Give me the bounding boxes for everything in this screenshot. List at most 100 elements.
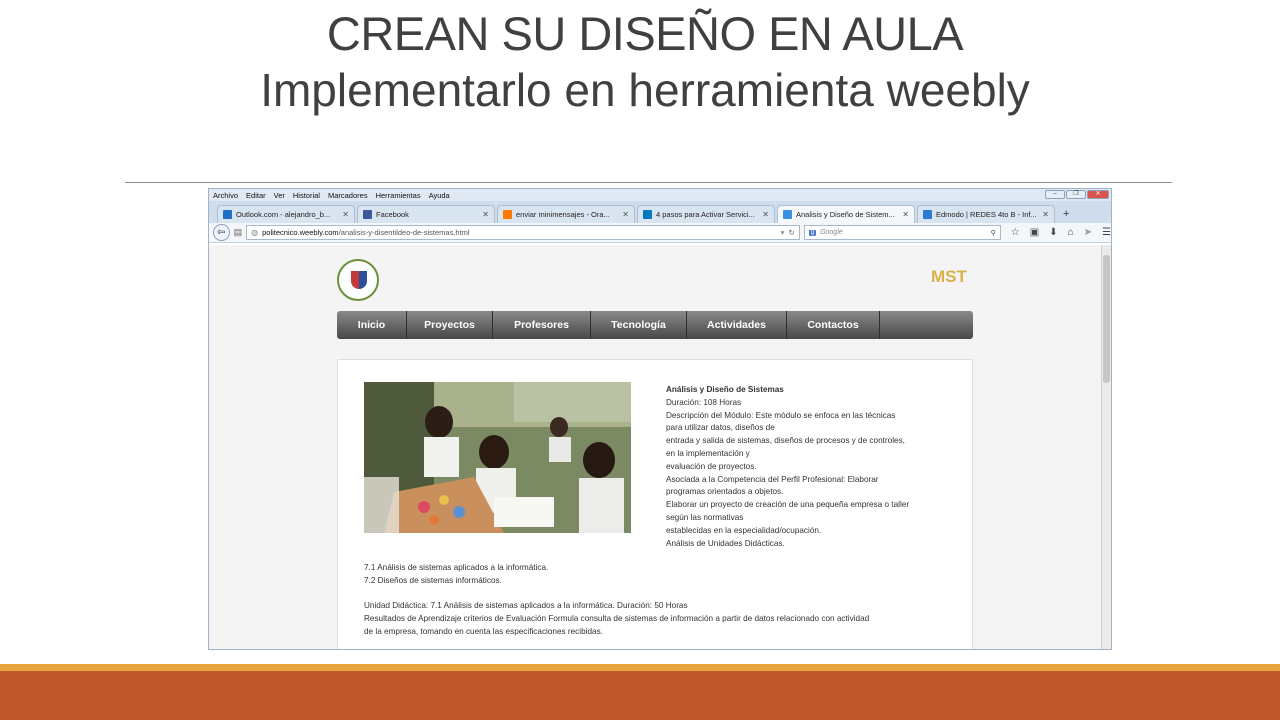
nav-contactos[interactable]: Contactos (787, 311, 880, 339)
footer-bar (0, 671, 1280, 720)
browser-menubar: Archivo Editar Ver Historial Marcadores … (209, 189, 1111, 201)
tab-facebook[interactable]: Facebook ✕ (357, 205, 495, 223)
url-path: /analisis-y-disentildeo-de-sistemas.html (338, 228, 470, 237)
desc-line: establecidas en la especialidad/ocupació… (666, 525, 822, 535)
weebly-icon (783, 210, 792, 219)
maximize-button[interactable]: ❐ (1066, 190, 1086, 199)
menu-ver[interactable]: Ver (274, 191, 285, 200)
tab-label: 4 pasos para Activar Servici... (656, 210, 755, 219)
desc-line: evaluación de proyectos. (666, 461, 757, 471)
classroom-photo (364, 382, 631, 533)
page-scrollbar[interactable] (1101, 245, 1111, 649)
title-divider (125, 182, 1172, 183)
close-tab-icon[interactable]: ✕ (342, 210, 349, 219)
reload-icon[interactable]: ↻ (788, 228, 794, 237)
menu-historial[interactable]: Historial (293, 191, 320, 200)
tab-outlook[interactable]: Outlook.com - alejandro_b... ✕ (217, 205, 355, 223)
module-description: Análisis y Diseño de Sistemas Duración: … (666, 384, 966, 550)
slide-subtitle: Implementarlo en herramienta weebly (260, 64, 1030, 116)
nav-profesores[interactable]: Profesores (493, 311, 591, 339)
browser-screenshot: Archivo Editar Ver Historial Marcadores … (208, 188, 1112, 650)
close-tab-icon[interactable]: ✕ (902, 210, 909, 219)
tab-label: Analisis y Diseño de Sistem... (796, 210, 895, 219)
close-tab-icon[interactable]: ✕ (762, 210, 769, 219)
url-host: politecnico.weebly.com (262, 228, 339, 237)
outlook-icon (223, 210, 232, 219)
close-window-button[interactable]: ✕ (1087, 190, 1109, 199)
home-icon[interactable]: ⌂ (1068, 227, 1074, 238)
close-tab-icon[interactable]: ✕ (1042, 210, 1049, 219)
site-brand[interactable]: MST (931, 267, 967, 287)
content-heading: Análisis y Diseño de Sistemas (666, 385, 784, 394)
tab-minimensajes[interactable]: enviar minimensajes - Ora... ✕ (497, 205, 635, 223)
tab-analisis-active[interactable]: Analisis y Diseño de Sistem... ✕ (777, 205, 915, 223)
unit-item: 7.1 Análisis de sistemas aplicados a la … (364, 563, 549, 572)
close-tab-icon[interactable]: ✕ (622, 210, 629, 219)
menu-archivo[interactable]: Archivo (213, 191, 238, 200)
orange-icon (503, 210, 512, 219)
footer-accent-line (0, 664, 1280, 671)
toolbar-icons: ☆ ▣ ⬇ ⌂ ➤ ☰ (1005, 227, 1111, 238)
search-box[interactable]: g Google ⚲ (803, 225, 1001, 240)
slide-title: CREAN SU DISEÑO EN AULA (326, 7, 964, 60)
nav-tecnologia[interactable]: Tecnología (591, 311, 687, 339)
desc-line: entrada y salida de sistemas, diseños de… (666, 436, 905, 446)
tab-label: enviar minimensajes - Ora... (516, 210, 610, 219)
globe-icon: ◍ (251, 228, 259, 237)
scrollbar-thumb[interactable] (1103, 255, 1110, 383)
minimize-button[interactable]: – (1045, 190, 1065, 199)
units-section: 7.1 Análisis de sistemas aplicados a la … (364, 562, 964, 639)
content-card: Análisis y Diseño de Sistemas Duración: … (337, 359, 973, 649)
edmodo-icon (923, 210, 932, 219)
tab-activar-servicio[interactable]: 4 pasos para Activar Servici... ✕ (637, 205, 775, 223)
desc-line: Asociada a la Competencia del Perfil Pro… (666, 474, 879, 484)
download-icon[interactable]: ⬇ (1049, 227, 1057, 238)
school-logo[interactable] (337, 259, 379, 301)
search-placeholder: Google (820, 229, 843, 236)
window-controls: – ❐ ✕ (1045, 190, 1109, 199)
browser-tabbar: Outlook.com - alejandro_b... ✕ Facebook … (209, 201, 1111, 223)
nav-inicio[interactable]: Inicio (337, 311, 407, 339)
classroom-photo-graphic (364, 382, 631, 533)
unit-detail-line: de la empresa, tomando en cuenta las esp… (364, 626, 603, 636)
tab-edmodo[interactable]: Edmodo | REDES 4to B - Inf... ✕ (917, 205, 1055, 223)
search-icon[interactable]: ⚲ (991, 229, 996, 237)
tab-label: Facebook (376, 210, 409, 219)
close-tab-icon[interactable]: ✕ (482, 210, 489, 219)
unit-item: 7.2 Diseños de sistemas informáticos. (364, 575, 502, 585)
tab-label: Edmodo | REDES 4to B - Inf... (936, 210, 1037, 219)
menu-herramientas[interactable]: Herramientas (376, 191, 421, 200)
new-tab-icon[interactable]: + (1057, 208, 1075, 223)
desc-line: Elaborar un proyecto de creación de una … (666, 500, 910, 510)
shield-icon (351, 271, 367, 289)
browser-navbar: ⇦ ▤ ◍ politecnico.weebly.com/analisis-y-… (209, 223, 1111, 243)
desc-line: en la implementación y (666, 448, 750, 458)
desc-line: según las normativas (666, 512, 744, 522)
page-viewport: MST Inicio Proyectos Profesores Tecnolog… (209, 245, 1102, 649)
url-bar[interactable]: ◍ politecnico.weebly.com/analisis-y-dise… (246, 225, 800, 240)
history-icon[interactable]: ▤ (234, 227, 243, 238)
url-text: politecnico.weebly.com/analisis-y-disent… (262, 228, 777, 237)
bookmark-star-icon[interactable]: ☆ (1011, 227, 1020, 238)
facebook-icon (363, 210, 372, 219)
desc-line: para utilizar datos, diseños de (666, 423, 775, 433)
site-nav: Inicio Proyectos Profesores Tecnología A… (337, 311, 973, 339)
unit-detail-line: Unidad Didáctica: 7.1 Análisis de sistem… (364, 601, 688, 611)
tab-label: Outlook.com - alejandro_b... (236, 210, 331, 219)
dropdown-arrow-icon[interactable]: ▾ (781, 228, 785, 237)
desc-line: Análisis de Unidades Didácticas. (666, 538, 785, 548)
desc-line: Descripción del Módulo: Este módulo se e… (666, 410, 896, 420)
menu-ayuda[interactable]: Ayuda (429, 191, 450, 200)
menu-icon[interactable]: ☰ (1102, 227, 1111, 238)
menu-editar[interactable]: Editar (246, 191, 266, 200)
send-icon[interactable]: ➤ (1084, 227, 1092, 238)
nav-proyectos[interactable]: Proyectos (407, 311, 493, 339)
search-engine-icon[interactable]: g (808, 229, 817, 236)
clipboard-icon[interactable]: ▣ (1030, 227, 1039, 238)
unit-detail-line: Resultados de Aprendizaje criterios de E… (364, 614, 870, 624)
nav-actividades[interactable]: Actividades (687, 311, 787, 339)
menu-marcadores[interactable]: Marcadores (328, 191, 368, 200)
back-arrow-icon[interactable]: ⇦ (213, 224, 230, 241)
trello-icon (643, 210, 652, 219)
